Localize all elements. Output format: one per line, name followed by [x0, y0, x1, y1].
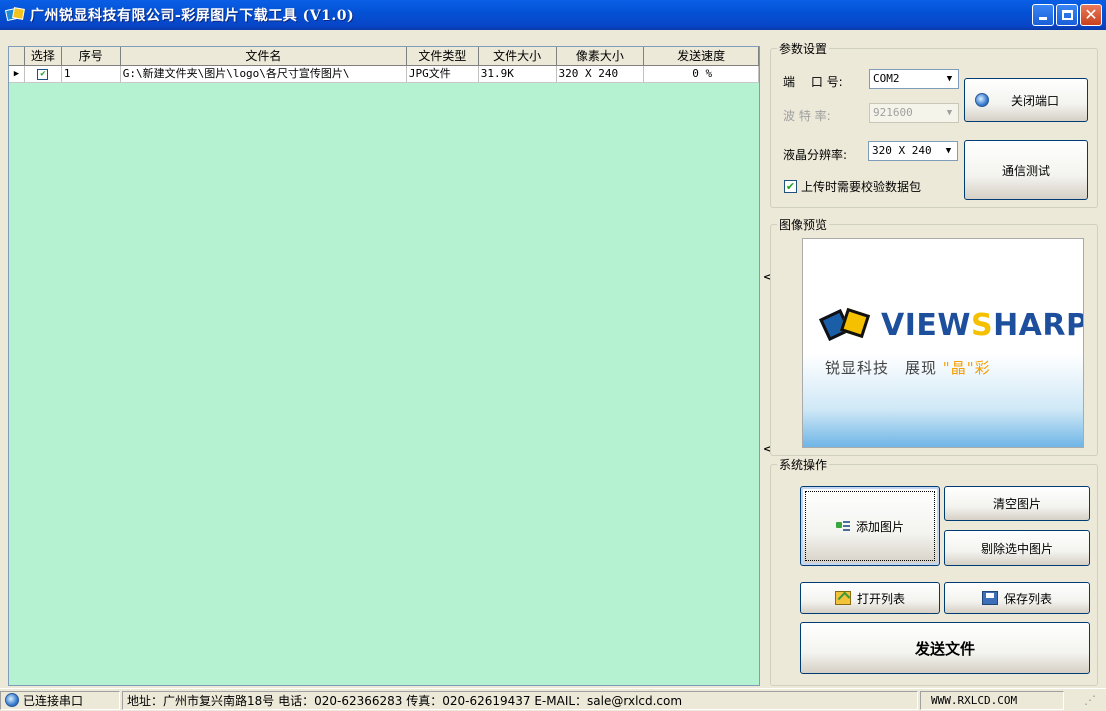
baud-label: 波 特 率: [783, 109, 831, 123]
cell-size: 31.9K [479, 66, 557, 82]
table-row[interactable]: ▶ ✔ 1 G:\新建文件夹\图片\logo\各尺寸宣传图片\ JPG文件 31… [9, 66, 759, 83]
chevron-down-icon: ▼ [946, 74, 953, 84]
open-folder-icon [834, 591, 851, 605]
maximize-button[interactable] [1056, 4, 1078, 26]
add-image-button[interactable]: 添加图片 [800, 486, 940, 566]
close-port-label: 关闭端口 [1011, 93, 1060, 108]
status-connection: 已连接串口 [0, 690, 120, 710]
serial-port-icon [975, 93, 989, 107]
port-select-value: COM2 [873, 72, 900, 85]
checkbox-check-icon[interactable]: ✔ [784, 180, 797, 193]
file-grid[interactable]: 选择 序号 文件名 文件类型 文件大小 像素大小 发送速度 ▶ ✔ 1 G:\新… [8, 46, 760, 686]
params-group-label: 参数设置 [777, 40, 830, 57]
close-icon: ✕ [1084, 5, 1098, 24]
save-disk-icon [981, 591, 998, 605]
row-indicator-icon: ▶ [9, 66, 25, 82]
connection-icon [5, 693, 19, 707]
grid-header-indicator [9, 47, 25, 65]
grid-header: 选择 序号 文件名 文件类型 文件大小 像素大小 发送速度 [9, 47, 759, 66]
maximize-icon [1062, 10, 1073, 20]
lcd-resolution-label: 液晶分辨率: [783, 148, 848, 162]
send-file-label: 发送文件 [914, 639, 975, 658]
port-label: 端 口 号: [783, 75, 843, 89]
save-list-label: 保存列表 [1003, 591, 1052, 606]
status-contact-text: 地址：广州市复兴南路18号 电话：020-62366283 传真：020-626… [127, 693, 683, 708]
save-list-button[interactable]: 保存列表 [944, 582, 1090, 614]
open-list-button[interactable]: 打开列表 [800, 582, 940, 614]
verify-packet-checkbox[interactable]: ✔ 上传时需要校验数据包 [784, 178, 921, 195]
cell-filename: G:\新建文件夹\图片\logo\各尺寸宣传图片\ [121, 66, 407, 82]
open-list-label: 打开列表 [856, 591, 905, 606]
column-header-index[interactable]: 序号 [62, 47, 121, 65]
remove-selected-button[interactable]: 剔除选中图片 [944, 530, 1090, 566]
cell-pixels: 320 X 240 [557, 66, 645, 82]
cell-type: JPG文件 [407, 66, 479, 82]
baud-select-value: 921600 [873, 106, 913, 119]
verify-packet-label: 上传时需要校验数据包 [801, 180, 922, 194]
row-select-checkbox[interactable]: ✔ [37, 68, 49, 80]
close-port-button[interactable]: 关闭端口 [964, 78, 1088, 122]
column-header-size[interactable]: 文件大小 [479, 47, 557, 65]
comm-test-button[interactable]: 通信测试 [964, 140, 1088, 200]
status-website-text: WWW.RXLCD.COM [931, 693, 1018, 707]
status-connection-text: 已连接串口 [23, 693, 84, 708]
comm-test-label: 通信测试 [1001, 163, 1050, 178]
cell-speed: 0 % [644, 66, 759, 82]
close-button[interactable]: ✕ [1080, 4, 1102, 26]
chevron-down-icon: ▼ [946, 108, 953, 118]
minimize-icon [1039, 17, 1047, 20]
row-select-checkbox-cell[interactable]: ✔ [25, 66, 62, 82]
logo-wordmark: VIEWSHARP [881, 307, 1084, 343]
remove-selected-label: 剔除选中图片 [980, 541, 1053, 556]
chevron-down-icon: ▼ [945, 146, 952, 156]
port-select[interactable]: COM2 ▼ [869, 69, 959, 89]
window-controls: ✕ [1032, 4, 1102, 26]
logo-mark-icon [819, 307, 875, 343]
title-bar[interactable]: 广州锐显科技有限公司-彩屏图片下载工具 (V1.0) ✕ [0, 0, 1106, 30]
panel-splitter[interactable]: < < [762, 46, 771, 686]
focus-rect [805, 491, 935, 561]
cell-index: 1 [62, 66, 121, 82]
lcd-resolution-select[interactable]: 320 X 240 ▼ [868, 141, 958, 161]
viewsharp-logo: VIEWSHARP [819, 307, 1084, 343]
column-header-pixels[interactable]: 像素大小 [557, 47, 645, 65]
column-header-filename[interactable]: 文件名 [121, 47, 407, 65]
preview-group-label: 图像预览 [777, 216, 830, 233]
baud-select[interactable]: 921600 ▼ [869, 103, 959, 123]
column-header-type[interactable]: 文件类型 [407, 47, 479, 65]
ops-group-label: 系统操作 [777, 456, 830, 473]
clear-images-button[interactable]: 清空图片 [944, 486, 1090, 521]
lcd-resolution-value: 320 X 240 [872, 144, 932, 157]
minimize-button[interactable] [1032, 4, 1054, 26]
logo-slogan: 锐显科技 展现 "晶"彩 [825, 359, 991, 377]
add-image-icon [835, 520, 850, 532]
app-icon [4, 7, 26, 23]
column-header-select[interactable]: 选择 [25, 47, 62, 65]
status-bar: 已连接串口 地址：广州市复兴南路18号 电话：020-62366283 传真：0… [0, 688, 1106, 711]
status-website: WWW.RXLCD.COM [920, 690, 1064, 710]
image-preview: VIEWSHARP 锐显科技 展现 "晶"彩 [802, 238, 1084, 448]
send-file-button[interactable]: 发送文件 [800, 622, 1090, 674]
window-title: 广州锐显科技有限公司-彩屏图片下载工具 (V1.0) [30, 8, 355, 24]
resize-grip-icon[interactable]: ⋰ [1066, 693, 1096, 707]
column-header-speed[interactable]: 发送速度 [644, 47, 759, 65]
clear-images-label: 清空图片 [992, 497, 1041, 511]
status-contact: 地址：广州市复兴南路18号 电话：020-62366283 传真：020-626… [122, 690, 918, 710]
